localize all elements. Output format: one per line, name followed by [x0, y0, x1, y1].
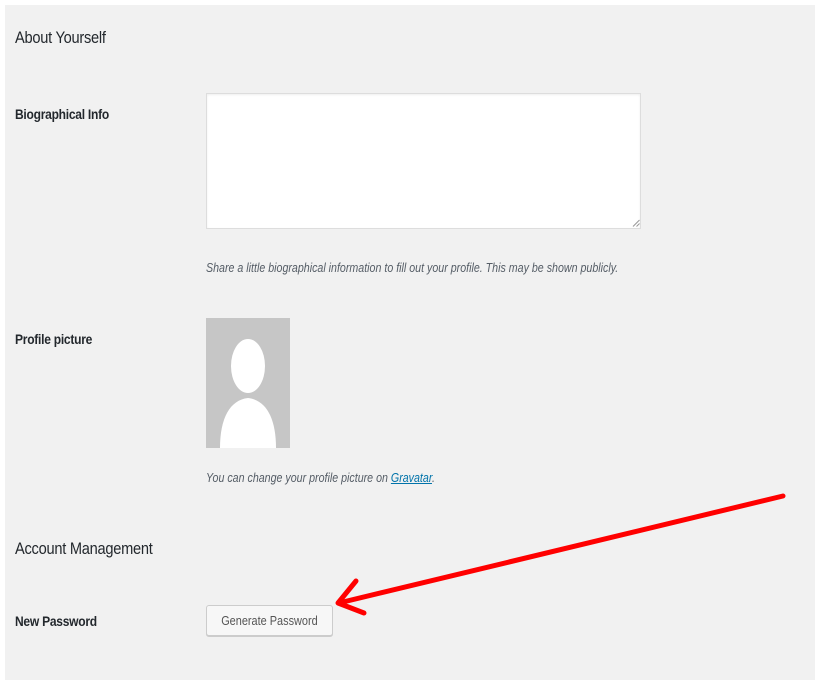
section-heading-about-yourself: About Yourself — [15, 28, 106, 47]
default-avatar-icon — [220, 339, 276, 448]
profile-picture-description-period: . — [431, 470, 435, 485]
avatar — [206, 318, 290, 448]
profile-picture-label: Profile picture — [15, 331, 93, 347]
generate-password-button[interactable]: Generate Password — [206, 605, 333, 636]
profile-picture-description-text: You can change your profile picture on — [206, 470, 391, 485]
generate-password-button-label: Generate Password — [221, 613, 318, 628]
new-password-label: New Password — [15, 613, 97, 629]
section-heading-account-management: Account Management — [15, 539, 153, 558]
profile-page: About Yourself Biographical Info Share a… — [5, 5, 815, 680]
biographical-info-label: Biographical Info — [15, 106, 109, 122]
biographical-info-description: Share a little biographical information … — [206, 260, 619, 275]
profile-picture-description: You can change your profile picture on G… — [206, 470, 435, 485]
resize-grip-icon[interactable] — [632, 219, 640, 227]
gravatar-link[interactable]: Gravatar — [391, 470, 432, 485]
biographical-info-textarea[interactable] — [206, 93, 641, 229]
